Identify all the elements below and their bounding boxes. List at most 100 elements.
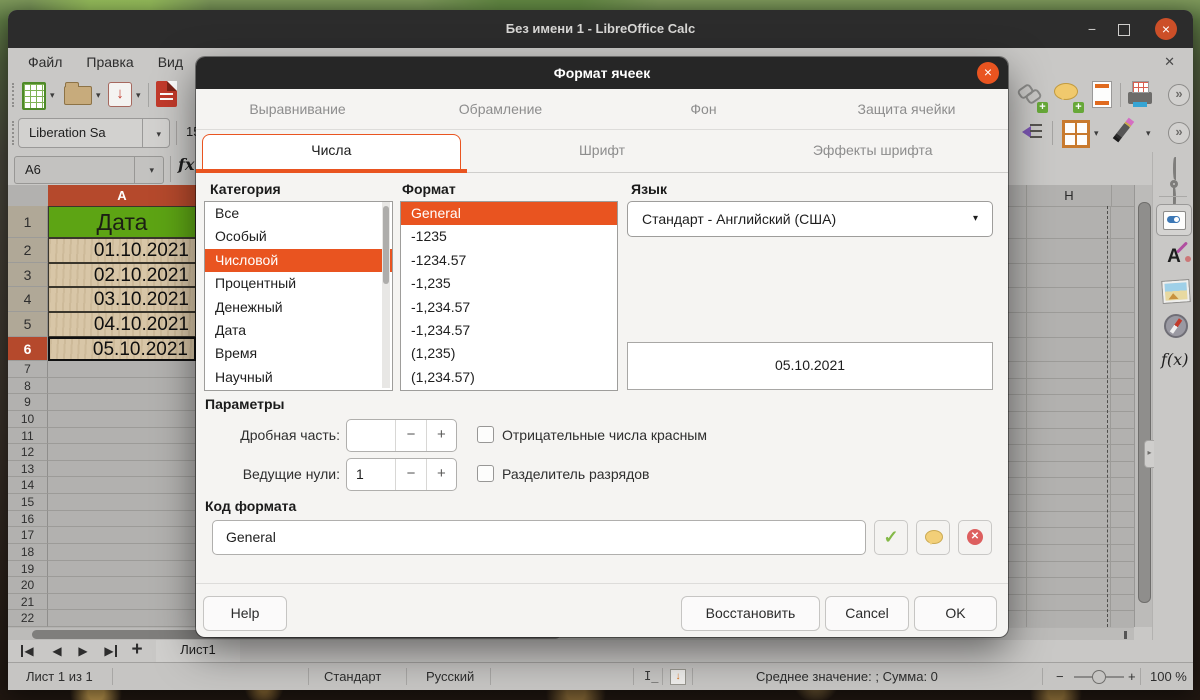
cell-A4[interactable]: 03.10.2021 <box>48 287 196 312</box>
cell-A20[interactable] <box>48 577 196 594</box>
list-item[interactable]: -1,234.57 <box>401 319 617 342</box>
add-sheet-icon[interactable]: + <box>126 640 148 660</box>
export-pdf-icon[interactable] <box>156 81 177 107</box>
tab-эффекты-шрифта[interactable]: Эффекты шрифта <box>737 130 1008 172</box>
insert-comment-icon[interactable]: + <box>1054 83 1080 109</box>
row-header-10[interactable]: 10 <box>8 411 48 428</box>
leading-zeroes-minus-button[interactable]: − <box>396 459 426 490</box>
remove-format-button[interactable]: ✕ <box>958 520 992 555</box>
format-code-input[interactable]: General <box>212 520 866 555</box>
list-item[interactable]: -1235 <box>401 225 617 248</box>
ok-button[interactable]: OK <box>914 596 997 631</box>
text-language[interactable]: Русский <box>426 663 474 690</box>
negative-red-checkbox[interactable] <box>477 426 494 443</box>
selection-mode-icon[interactable]: I_ <box>644 663 658 690</box>
list-item[interactable]: Процентный <box>205 272 392 295</box>
row-header-21[interactable]: 21 <box>8 594 48 611</box>
list-item[interactable]: Дата <box>205 319 392 342</box>
dialog-close-button[interactable]: × <box>977 62 999 84</box>
decrease-indent-icon[interactable] <box>1016 122 1042 144</box>
cell-A13[interactable] <box>48 461 196 478</box>
border-style-pencil-icon[interactable] <box>1110 118 1136 146</box>
leading-zeroes-stepper[interactable]: 1 − + <box>346 458 457 491</box>
print-area-icon[interactable] <box>1128 81 1154 107</box>
open-file-icon[interactable] <box>64 86 92 105</box>
name-box[interactable]: A6 ▾ <box>14 156 164 184</box>
row-header-12[interactable]: 12 <box>8 444 48 461</box>
row-header-2[interactable]: 2 <box>8 238 48 263</box>
tab-защита-ячейки[interactable]: Защита ячейки <box>805 89 1008 129</box>
list-item[interactable]: -1234.57 <box>401 249 617 272</box>
thousands-separator-checkbox[interactable] <box>477 465 494 482</box>
decimal-plus-button[interactable]: + <box>427 420 456 451</box>
help-button[interactable]: Help <box>203 596 287 631</box>
hyperlink-icon[interactable]: + <box>1018 83 1044 109</box>
toolbar-grip[interactable] <box>12 121 14 145</box>
list-item[interactable]: Особый <box>205 225 392 248</box>
category-listbox[interactable]: ВсеОсобыйЧисловойПроцентныйДенежныйДатаВ… <box>204 201 393 391</box>
cell-A18[interactable] <box>48 544 196 561</box>
zoom-slider-thumb[interactable] <box>1092 670 1106 684</box>
sidebar-settings-icon[interactable] <box>1161 160 1187 186</box>
row-header-3[interactable]: 3 <box>8 263 48 287</box>
category-scrollbar[interactable] <box>382 202 390 388</box>
row-header-15[interactable]: 15 <box>8 494 48 511</box>
list-item[interactable]: General <box>401 202 617 225</box>
list-item[interactable]: -1,234.57 <box>401 296 617 319</box>
function-wizard-icon[interactable]: fx <box>178 155 194 174</box>
gallery-deck-icon[interactable] <box>1161 278 1187 304</box>
list-item[interactable]: (1,235) <box>401 342 617 365</box>
borders-icon[interactable] <box>1062 120 1090 148</box>
close-document-icon[interactable]: ✕ <box>1164 48 1175 76</box>
cell-A1[interactable]: Дата <box>48 206 196 238</box>
row-header-14[interactable]: 14 <box>8 477 48 494</box>
toolbar-grip[interactable] <box>12 83 14 107</box>
list-item[interactable]: Денежный <box>205 296 392 319</box>
sheet-info[interactable]: Лист 1 из 1 <box>26 663 93 690</box>
row-header-16[interactable]: 16 <box>8 511 48 528</box>
list-item[interactable]: Время <box>205 342 392 365</box>
apply-format-button[interactable]: ✓ <box>874 520 908 555</box>
row-header-5[interactable]: 5 <box>8 312 48 337</box>
tab-шрифт[interactable]: Шрифт <box>467 130 738 172</box>
column-header-h[interactable]: H <box>1026 185 1112 207</box>
maximize-button[interactable] <box>1111 10 1137 48</box>
font-name-combo[interactable]: Liberation Sa ▾ <box>18 118 170 148</box>
tab-фон[interactable]: Фон <box>602 89 805 129</box>
new-document-icon[interactable] <box>22 82 46 110</box>
cell-A11[interactable] <box>48 428 196 445</box>
leading-zeroes-plus-button[interactable]: + <box>427 459 456 490</box>
cell-A2[interactable]: 01.10.2021 <box>48 238 196 263</box>
open-dropdown-icon[interactable]: ▾ <box>96 90 101 101</box>
row-header-17[interactable]: 17 <box>8 527 48 544</box>
cancel-button[interactable]: Cancel <box>825 596 909 631</box>
vertical-scrollbar[interactable] <box>1134 185 1153 627</box>
zoom-level[interactable]: 100 % <box>1150 663 1187 690</box>
menu-файл[interactable]: Файл <box>16 48 74 76</box>
cell-A12[interactable] <box>48 444 196 461</box>
styles-deck-icon[interactable]: A <box>1161 244 1187 270</box>
previous-sheet-icon[interactable]: ◀ <box>46 640 68 662</box>
row-header-7[interactable]: 7 <box>8 361 48 378</box>
sidebar-hide-handle[interactable]: ▸ <box>1144 440 1154 468</box>
reset-button[interactable]: Восстановить <box>681 596 820 631</box>
row-header-8[interactable]: 8 <box>8 378 48 395</box>
navigator-deck-icon[interactable] <box>1161 312 1187 338</box>
column-header-a[interactable]: A <box>48 185 196 207</box>
cell-A8[interactable] <box>48 378 196 395</box>
menu-вид[interactable]: Вид <box>146 48 195 76</box>
border-style-dropdown-icon[interactable]: ▾ <box>1146 128 1151 139</box>
cell-A3[interactable]: 02.10.2021 <box>48 263 196 287</box>
list-item[interactable]: Научный <box>205 366 392 389</box>
cell-A9[interactable] <box>48 394 196 411</box>
row-header-1[interactable]: 1 <box>8 206 48 238</box>
toolbar-overflow-icon[interactable]: » <box>1168 122 1190 144</box>
close-button[interactable]: × <box>1155 18 1177 40</box>
list-item[interactable]: (1,234.57) <box>401 366 617 389</box>
toolbar-overflow-icon[interactable]: » <box>1168 84 1190 106</box>
last-sheet-icon[interactable]: ▶ <box>98 640 120 662</box>
cell-A5[interactable]: 04.10.2021 <box>48 312 196 337</box>
save-icon[interactable]: ↓ <box>108 82 132 107</box>
tab-числа[interactable]: Числа <box>196 130 467 172</box>
cell-A22[interactable] <box>48 610 196 627</box>
